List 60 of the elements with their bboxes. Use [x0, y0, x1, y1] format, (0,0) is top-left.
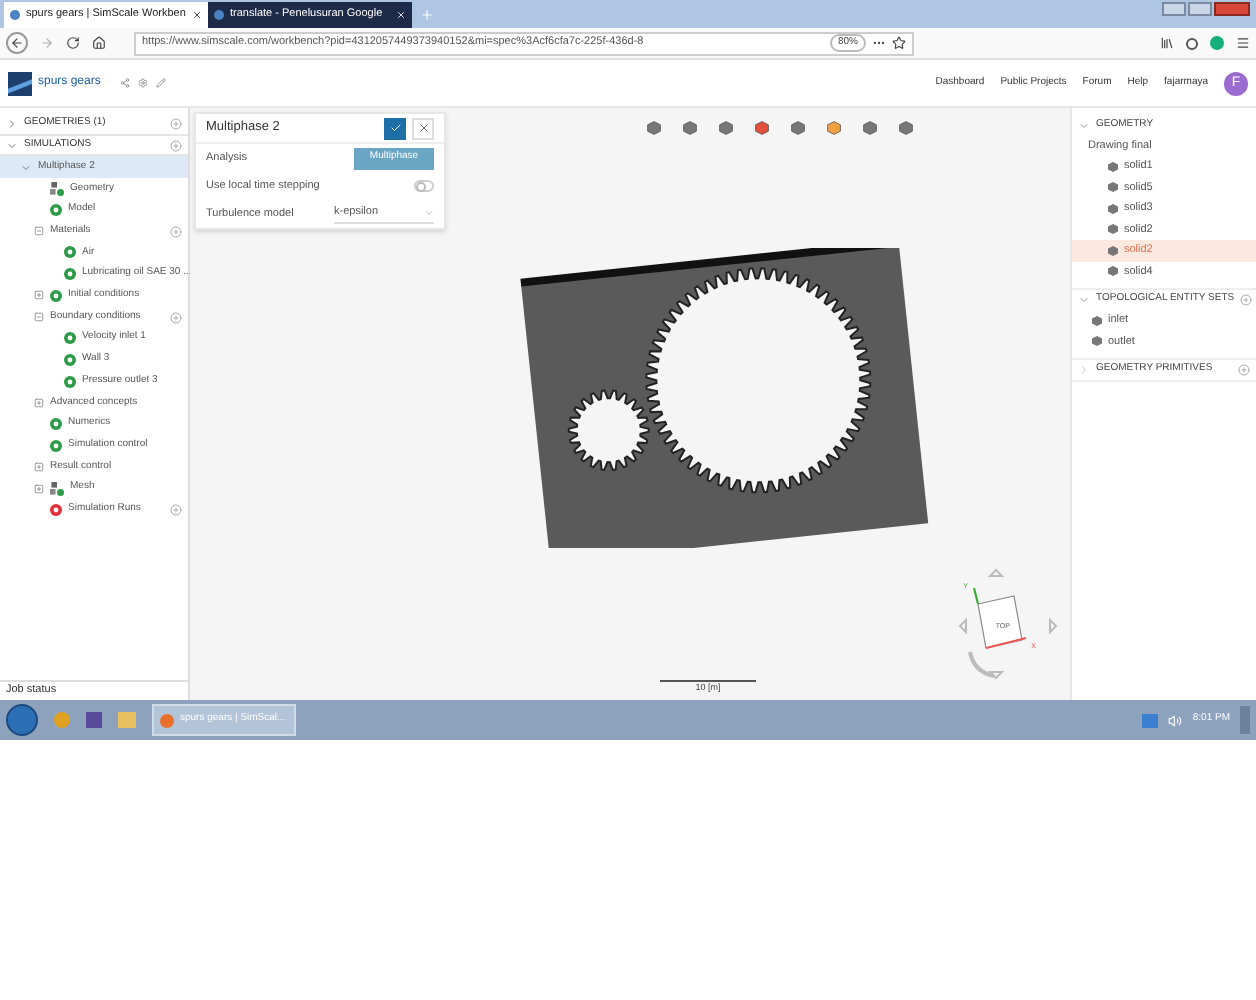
volume-icon[interactable] — [1168, 713, 1183, 727]
toggle-switch[interactable] — [414, 180, 434, 192]
close-icon — [417, 122, 429, 134]
chevron-right-icon[interactable] — [1078, 364, 1090, 376]
chevron-down-icon[interactable] — [1078, 120, 1090, 132]
expand-icon[interactable] — [34, 290, 44, 301]
collapse-icon[interactable] — [34, 312, 44, 323]
network-icon[interactable] — [1142, 713, 1159, 727]
maximize-button[interactable] — [1188, 2, 1212, 16]
logo-icon — [8, 71, 32, 95]
back-button[interactable] — [6, 32, 28, 54]
star-icon[interactable] — [892, 36, 906, 50]
add-icon[interactable] — [170, 225, 182, 238]
menu-icon[interactable] — [1236, 36, 1250, 50]
view-tool-icon[interactable] — [646, 120, 662, 136]
site-icon — [214, 10, 224, 20]
expand-icon[interactable] — [34, 483, 44, 494]
add-icon[interactable] — [1238, 364, 1250, 376]
reload-icon[interactable] — [66, 36, 80, 50]
collapse-icon[interactable] — [34, 226, 44, 237]
add-icon[interactable] — [170, 311, 182, 324]
extension-icon[interactable] — [1210, 36, 1224, 50]
library-icon[interactable] — [1160, 36, 1174, 50]
expand-icon[interactable] — [34, 397, 44, 408]
chevron-down-icon[interactable] — [1078, 294, 1090, 306]
close-button[interactable] — [412, 117, 434, 139]
forward-icon[interactable] — [40, 36, 54, 50]
view-tool-icon[interactable] — [682, 120, 698, 136]
close-window-button[interactable] — [1214, 2, 1250, 16]
more-icon[interactable] — [872, 36, 886, 50]
check-icon — [389, 122, 401, 134]
scale-bar — [660, 680, 756, 683]
add-icon[interactable] — [1240, 294, 1253, 306]
browser-icon — [160, 713, 174, 727]
add-icon[interactable] — [170, 503, 182, 516]
chevron-down-icon[interactable] — [6, 139, 18, 152]
account-icon[interactable] — [1186, 37, 1198, 49]
view-tool-icon[interactable] — [862, 120, 878, 136]
view-tool-icon[interactable] — [790, 120, 806, 136]
chevron-down-icon[interactable] — [20, 161, 32, 174]
chevron-down-icon — [424, 208, 434, 218]
minimize-button[interactable] — [1162, 2, 1186, 16]
chevron-right-icon[interactable] — [6, 117, 18, 130]
view-tool-icon[interactable] — [898, 120, 914, 136]
new-tab-icon[interactable] — [420, 7, 434, 21]
view-tool-icon[interactable] — [826, 120, 842, 136]
add-icon[interactable] — [170, 117, 182, 130]
view-tool-icon[interactable] — [754, 120, 770, 136]
expand-icon[interactable] — [34, 461, 44, 472]
site-icon — [10, 10, 20, 20]
view-tool-icon[interactable] — [718, 120, 734, 136]
settings-icon[interactable] — [138, 78, 149, 88]
edit-icon[interactable] — [156, 78, 167, 88]
share-icon[interactable] — [120, 78, 131, 88]
back-arrow-icon — [10, 36, 24, 50]
start-button[interactable] — [6, 704, 38, 736]
confirm-button[interactable] — [384, 117, 406, 139]
browser-taskbar-icon[interactable] — [54, 712, 70, 728]
home-icon[interactable] — [92, 36, 106, 50]
add-icon[interactable] — [170, 139, 182, 152]
